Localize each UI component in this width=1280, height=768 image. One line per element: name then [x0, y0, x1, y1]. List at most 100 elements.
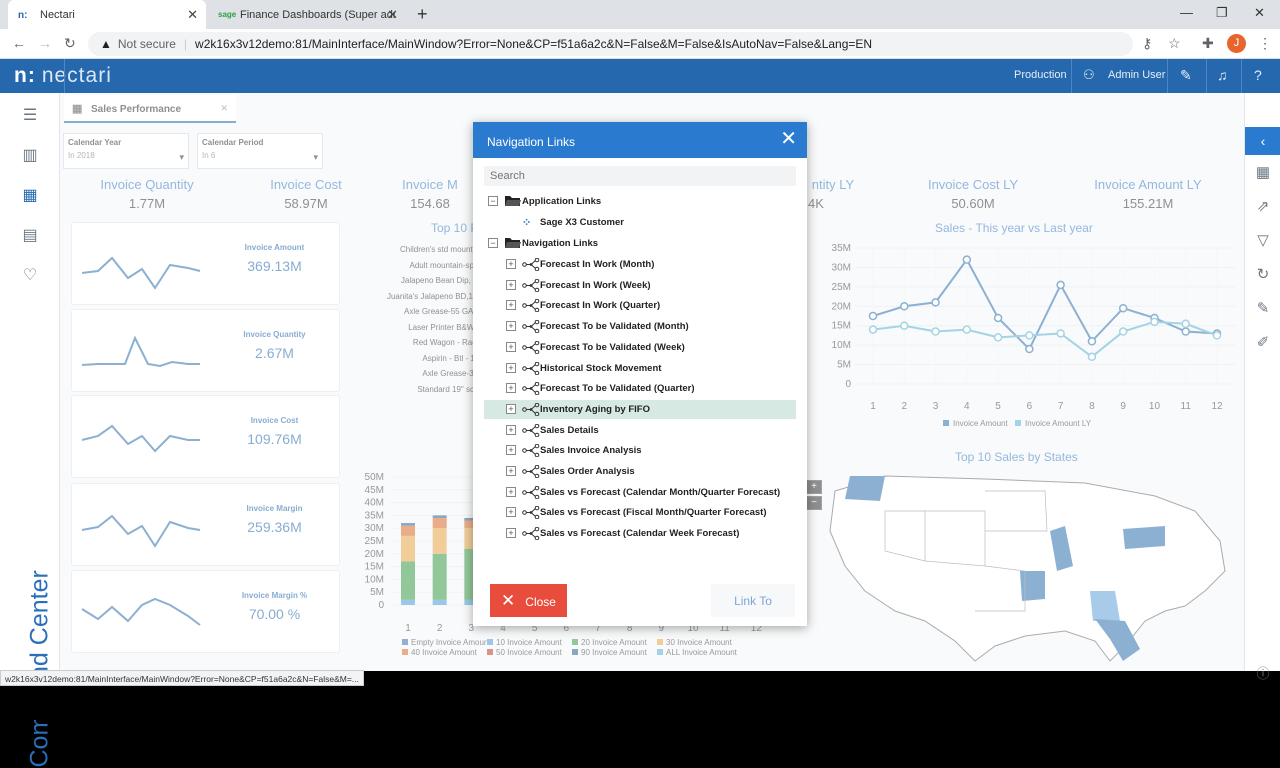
expand-icon[interactable]: + [506, 279, 516, 290]
star-icon[interactable]: ☆ [1168, 35, 1181, 52]
tree-link-item[interactable]: + Sales vs Forecast (Calendar Week Foreca… [484, 524, 796, 543]
tree-link-item[interactable]: + Forecast In Work (Month) [484, 255, 796, 274]
tree-link-label: Historical Stock Movement [540, 362, 662, 374]
edit-icon[interactable]: ✎ [1254, 299, 1272, 317]
navigation-links-dialog: Navigation Links ✕ − Application Links ⁘ Sa… [473, 122, 807, 626]
minimize-icon[interactable]: — [1180, 5, 1193, 20]
expand-icon[interactable]: + [506, 259, 516, 269]
navigation-link-icon [522, 506, 540, 520]
navigation-link-icon [522, 526, 540, 541]
collapse-icon[interactable]: − [488, 238, 498, 248]
back-icon[interactable]: ← [12, 35, 26, 51]
tree-link-item[interactable]: + Sales Details [484, 421, 796, 440]
filter-icon[interactable]: ▽ [1254, 231, 1272, 249]
close-icon[interactable]: ✕ [780, 129, 797, 149]
expand-icon[interactable]: + [506, 486, 516, 497]
expand-icon[interactable]: + [506, 403, 516, 414]
profile-avatar[interactable]: J [1227, 34, 1246, 53]
tree-link-item[interactable]: + Sales Order Analysis [484, 462, 796, 481]
screen-bottom-bar [0, 686, 1280, 720]
navigation-link-icon [522, 299, 540, 313]
new-tab-icon[interactable]: + [417, 4, 428, 25]
navigation-link-icon [522, 257, 540, 272]
refresh-icon[interactable]: ↻ [1254, 265, 1272, 283]
clipboard-icon[interactable]: ▤ [20, 225, 40, 244]
tree-link-label: Sales vs Forecast (Fiscal Month/Quarter … [540, 507, 767, 519]
tree-link-label: Forecast To be Validated (Week) [540, 341, 685, 353]
tree-folder-navigation-links[interactable]: − Navigation Links [484, 234, 796, 253]
environment-label[interactable]: Production [1014, 69, 1067, 81]
tree-link-item[interactable]: + Forecast To be Validated (Quarter) [484, 379, 796, 398]
browser-tab-finance[interactable]: sage Finance Dashboards (Super admi ✕ [208, 0, 406, 29]
tree-link-item[interactable]: + Sales vs Forecast (Calendar Month/Quart… [484, 483, 796, 502]
favorites-icon[interactable]: ♡ [20, 265, 40, 284]
url-field[interactable]: ▲ Not secure | w2k16x3v12demo:81/MainInt… [88, 32, 1133, 56]
url-divider: | [183, 37, 188, 51]
nectari-logo[interactable]: n: nectari [14, 64, 112, 88]
close-icon: ✕ [501, 590, 516, 610]
tree-folder-application-links[interactable]: − Application Links [484, 192, 796, 211]
browser-tab-bar: n: Nectari ✕ sage Finance Dashboards (Su… [0, 0, 1280, 29]
reload-icon[interactable]: ↻ [64, 35, 76, 52]
expand-icon[interactable]: + [506, 424, 516, 435]
menu-icon[interactable]: ⋮ [1258, 35, 1272, 52]
dashboard-icon[interactable]: ▦ [20, 185, 40, 204]
url-text: w2k16x3v12demo:81/MainInterface/MainWind… [195, 37, 873, 51]
browser-tab-nectari[interactable]: n: Nectari ✕ [8, 0, 206, 29]
tree-link-label: Forecast In Work (Month) [540, 259, 655, 270]
window-close-icon[interactable]: ✕ [1254, 5, 1265, 21]
tree-link-item[interactable]: + Forecast In Work (Quarter) [484, 296, 796, 315]
expand-icon[interactable]: + [506, 321, 516, 332]
help-icon[interactable]: ? [1254, 67, 1262, 83]
expand-icon[interactable]: + [506, 466, 516, 476]
layout-icon[interactable]: ▦ [1254, 163, 1272, 181]
tree-link-item[interactable]: + Forecast To be Validated (Week) [484, 338, 796, 357]
share-icon[interactable]: ⇗ [1254, 197, 1272, 215]
close-button[interactable]: ✕ Close [490, 584, 567, 617]
tree-link-item[interactable]: + Historical Stock Movement [484, 359, 796, 378]
tree-link-label: Sales vs Forecast (Calendar Week Forecas… [540, 528, 740, 540]
tree-link-item[interactable]: ⁘ Sage X3 Customer [484, 213, 796, 232]
close-tab-icon[interactable]: ✕ [187, 7, 198, 23]
expand-icon[interactable]: + [506, 507, 516, 518]
search-input[interactable] [484, 166, 796, 186]
navigation-link-icon [522, 443, 540, 458]
expand-icon[interactable]: + [506, 362, 516, 373]
dialog-header: Navigation Links ✕ [473, 122, 807, 158]
tools-icon[interactable]: ✎ [1180, 67, 1192, 84]
extensions-icon[interactable]: ✚ [1202, 35, 1214, 52]
collapse-icon[interactable]: − [488, 196, 498, 206]
expand-icon[interactable]: + [506, 445, 516, 456]
bell-icon[interactable]: ♫ [1217, 67, 1228, 83]
book-icon[interactable]: ▥ [20, 145, 40, 164]
tree-link-item[interactable]: + Forecast In Work (Week) [484, 276, 796, 295]
expand-icon[interactable]: + [506, 300, 516, 311]
navigation-link-icon [522, 464, 540, 479]
picker-icon[interactable]: ✐ [1254, 333, 1272, 351]
expand-icon[interactable]: + [506, 383, 516, 394]
left-rail: ☰ ▥ ▦ ▤ ♡ Command Center [0, 93, 60, 768]
close-tab-icon[interactable]: ✕ [387, 7, 398, 23]
logo-mark: n: [14, 64, 36, 87]
user-icon[interactable]: ⚇ [1083, 67, 1095, 83]
user-name[interactable]: Admin User [1108, 69, 1165, 81]
divider [1241, 59, 1242, 93]
link-to-button[interactable]: Link To [711, 584, 795, 617]
tree-link-label: Inventory Aging by FIFO [540, 403, 650, 415]
sage-favicon-icon: sage [218, 9, 237, 19]
tree-link-item[interactable]: + Sales Invoice Analysis [484, 441, 796, 460]
maximize-icon[interactable]: ❐ [1216, 5, 1228, 21]
hamburger-icon[interactable]: ☰ [20, 105, 40, 124]
tree-link-item[interactable]: + Sales vs Forecast (Fiscal Month/Quarter… [484, 503, 796, 522]
expand-icon[interactable]: + [506, 528, 516, 539]
divider [1071, 59, 1072, 93]
tree-link-item[interactable]: + Forecast To be Validated (Month) [484, 317, 796, 336]
expand-icon[interactable]: + [506, 341, 516, 352]
key-icon[interactable]: ⚷ [1142, 35, 1152, 52]
info-icon[interactable]: ⓘ [1254, 663, 1272, 681]
command-center-title: Command Center [25, 570, 54, 768]
navigation-link-icon [522, 319, 540, 334]
collapse-icon[interactable]: ‹ [1245, 127, 1280, 155]
tree-link-item[interactable]: + Inventory Aging by FIFO [484, 399, 796, 419]
forward-icon[interactable]: → [38, 35, 52, 51]
